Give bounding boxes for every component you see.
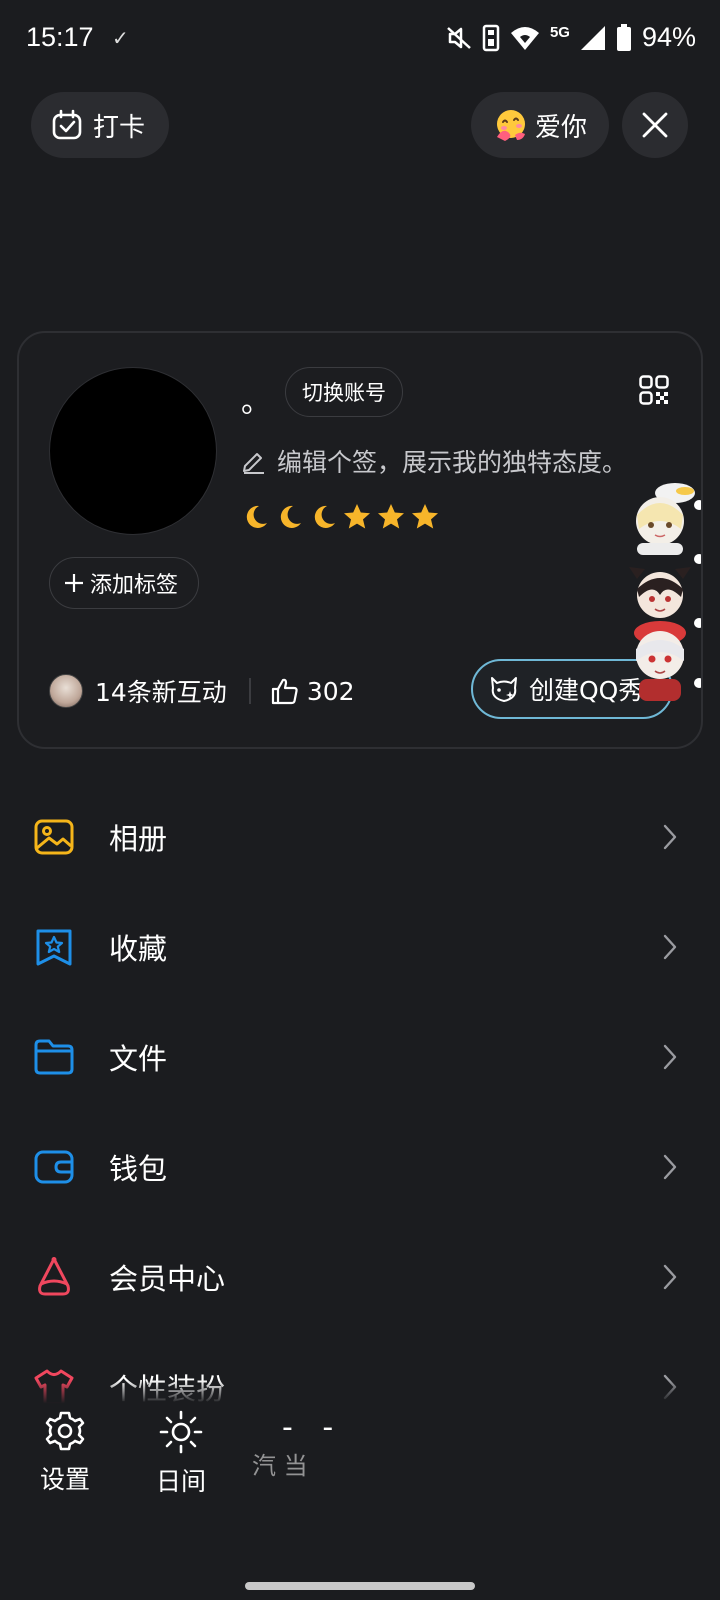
add-tag-label: 添加标签: [90, 573, 179, 598]
profile-card: 。 切换账号 编辑个签，展示我的独特态度。 添加标签 14条新互动 302 创建…: [17, 331, 703, 749]
qq-show-icon: [491, 677, 517, 702]
signal-icon: [580, 25, 605, 50]
menu-item-album[interactable]: 相册: [0, 782, 720, 892]
network-type: 5G: [549, 24, 570, 41]
signature[interactable]: 编辑个签，展示我的独特态度。: [241, 443, 627, 479]
love-button[interactable]: 爱你: [471, 92, 609, 158]
avatar[interactable]: [49, 367, 217, 535]
menu-label-favorites: 收藏: [109, 932, 168, 966]
menu-item-vip[interactable]: 会员中心: [0, 1222, 720, 1332]
moon-icon: [280, 505, 301, 528]
close-icon: [642, 112, 668, 138]
qq-level[interactable]: [241, 503, 439, 531]
battery-icon: [616, 23, 631, 51]
weather-text: 汽 当: [252, 1446, 352, 1481]
profile-drawer: 15:17 ✓ 5G 94% 打卡 爱你 。 切换账号 编辑个签，展示我的独特态…: [0, 0, 720, 1600]
sun-icon: [159, 1410, 203, 1454]
menu-item-files[interactable]: 文件: [0, 1002, 720, 1112]
menu-label-files: 文件: [109, 1042, 168, 1076]
interaction-avatar[interactable]: [49, 674, 83, 708]
moon-icon: [246, 505, 267, 528]
status-time: 15:17: [26, 22, 94, 52]
star-icon: [378, 504, 404, 529]
home-indicator[interactable]: [245, 1582, 475, 1590]
like-count[interactable]: 302: [307, 677, 355, 706]
bottom-bar: 设置 日间 - - 汽 当: [0, 1380, 720, 1510]
signature-text: 编辑个签，展示我的独特态度。: [277, 448, 628, 477]
chevron-right-icon: [663, 824, 677, 850]
check-icon: ✓: [112, 26, 129, 50]
calendar-check-icon: [52, 109, 82, 140]
status-icons: 5G 94%: [446, 22, 696, 53]
settings-button[interactable]: 设置: [40, 1410, 90, 1496]
weather-text-label: 汽 当: [252, 1452, 308, 1480]
wifi-icon: [510, 26, 539, 50]
day-mode-button[interactable]: 日间: [156, 1410, 206, 1498]
qr-code-icon[interactable]: [639, 375, 669, 405]
mute-icon: [447, 26, 471, 49]
add-tag-button[interactable]: 添加标签: [49, 557, 200, 609]
new-interactions[interactable]: 14条新互动: [95, 673, 227, 709]
day-mode-label: 日间: [156, 1467, 207, 1496]
menu-item-wallet[interactable]: 钱包: [0, 1112, 720, 1222]
plus-icon: [65, 574, 83, 592]
vibrate-icon: [482, 24, 500, 51]
menu-label-wallet: 钱包: [109, 1152, 168, 1186]
hugging-face-icon: [497, 110, 525, 141]
chevron-right-icon: [663, 934, 677, 960]
nickname[interactable]: 。: [241, 377, 271, 421]
menu-list: 相册 收藏 文件 钱包 会员中心: [0, 782, 720, 1442]
weather-widget[interactable]: - - 汽 当: [252, 1410, 352, 1490]
checkin-button[interactable]: 打卡: [31, 92, 169, 158]
checkin-label: 打卡: [93, 112, 146, 143]
settings-label: 设置: [40, 1465, 91, 1494]
interaction-row: 14条新互动 302: [49, 673, 355, 709]
menu-label-vip: 会员中心: [109, 1262, 226, 1296]
status-bar: 15:17 ✓ 5G 94%: [0, 0, 720, 80]
moon-icon: [314, 505, 335, 528]
chevron-right-icon: [663, 1264, 677, 1290]
battery-percent: 94%: [641, 22, 696, 52]
close-button[interactable]: [622, 92, 688, 158]
chevron-right-icon: [663, 1154, 677, 1180]
thumbs-up-icon[interactable]: [271, 677, 299, 705]
favorites-icon: [36, 929, 72, 966]
love-label: 爱你: [535, 112, 588, 143]
weather-temperature: - -: [282, 1410, 344, 1445]
vip-icon: [38, 1257, 70, 1296]
menu-item-favorites[interactable]: 收藏: [0, 892, 720, 1002]
wallet-icon: [34, 1150, 74, 1184]
star-icon: [344, 504, 370, 529]
gear-icon: [45, 1411, 85, 1451]
pencil-icon: [243, 453, 264, 474]
star-icon: [412, 504, 438, 529]
menu-label-album: 相册: [109, 822, 168, 856]
chevron-right-icon: [663, 1044, 677, 1070]
qq-show-characters[interactable]: [615, 483, 703, 713]
switch-account-button[interactable]: 切换账号: [285, 367, 403, 417]
album-icon: [34, 819, 74, 855]
divider: [248, 678, 251, 704]
folder-icon: [34, 1039, 74, 1075]
